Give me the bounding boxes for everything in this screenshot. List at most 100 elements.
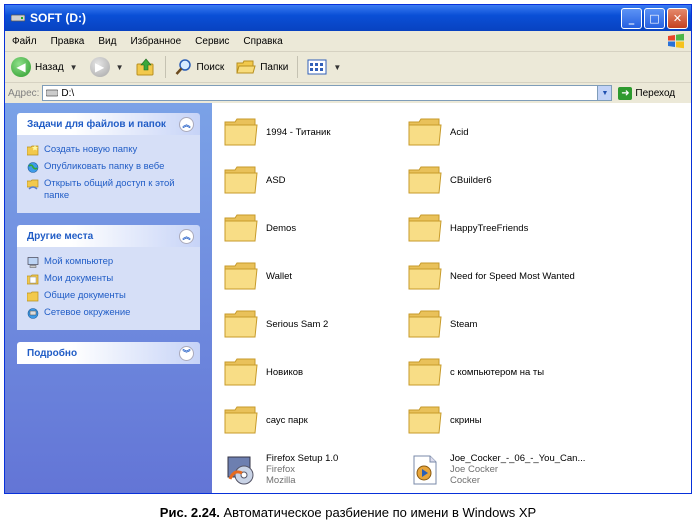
item-info: Firefox: [266, 464, 296, 475]
up-button[interactable]: [130, 54, 162, 80]
file-tasks-title: Задачи для файлов и папок: [27, 118, 166, 130]
details-panel: Подробно ︾: [17, 342, 200, 364]
item-name: Serious Sam 2: [266, 318, 329, 330]
address-bar: Адрес: D:\ ▼ ➜ Переход: [5, 83, 691, 104]
close-button[interactable]: ✕: [667, 8, 688, 29]
folder-item[interactable]: саус парк: [224, 405, 308, 435]
collapse-chevron-icon[interactable]: ︽: [179, 116, 194, 132]
folder-item[interactable]: HappyTreeFriends: [408, 213, 528, 243]
forward-dropdown-icon[interactable]: ▼: [116, 63, 124, 72]
windows-logo-icon: [668, 33, 684, 49]
folder-icon: [224, 166, 258, 194]
search-button[interactable]: Поиск: [169, 54, 231, 80]
caption-text: Автоматическое разбиение по имени в Wind…: [219, 505, 537, 520]
item-name: с компьютером на ты: [450, 366, 545, 378]
other-places-header[interactable]: Другие места ︽: [17, 225, 200, 247]
folder-item[interactable]: Serious Sam 2: [224, 309, 328, 339]
file-list: 1994 - Титаник Acid ASD CBuilder6 Demos Happy…: [212, 103, 691, 493]
search-label: Поиск: [196, 61, 225, 73]
go-label: Переход: [635, 87, 676, 99]
back-dropdown-icon[interactable]: ▼: [70, 63, 78, 72]
menu-edit[interactable]: Правка: [44, 36, 92, 47]
folder-item[interactable]: 1994 - Титаник: [224, 117, 331, 147]
menu-file[interactable]: Файл: [5, 36, 44, 47]
toolbar-separator: [164, 56, 166, 78]
folder-icon: [224, 214, 258, 242]
folder-item[interactable]: Новиков: [224, 357, 303, 387]
drive-icon: [46, 89, 59, 97]
task-share-folder[interactable]: Открыть общий доступ к этой папке: [27, 178, 192, 202]
file-tasks-header[interactable]: Задачи для файлов и папок ︽: [17, 113, 200, 135]
menu-favorites[interactable]: Избранное: [123, 36, 188, 47]
shared-documents-icon: [27, 291, 39, 302]
item-info: Mozilla: [266, 475, 296, 486]
address-dropdown-icon[interactable]: ▼: [597, 86, 612, 100]
new-folder-icon: [27, 145, 39, 156]
folder-icon: [224, 310, 258, 338]
item-name: саус парк: [266, 414, 308, 426]
minimize-button[interactable]: _: [621, 8, 642, 29]
place-my-computer[interactable]: Мой компьютер: [27, 256, 192, 268]
back-arrow-icon: ◀: [11, 57, 31, 77]
menu-view[interactable]: Вид: [91, 36, 123, 47]
title-bar[interactable]: SOFT (D:) _ □ ✕: [5, 5, 691, 31]
go-button[interactable]: ➜ Переход: [618, 86, 676, 100]
folder-icon: [408, 262, 442, 290]
folder-icon: [408, 358, 442, 386]
back-label: Назад: [35, 61, 64, 73]
folder-icon: [408, 310, 442, 338]
task-publish-web[interactable]: Опубликовать папку в вебе: [27, 161, 192, 173]
forward-button[interactable]: ▶ ▼: [84, 54, 130, 80]
address-input[interactable]: D:\ ▼: [42, 85, 613, 101]
place-my-documents[interactable]: Мои документы: [27, 273, 192, 285]
audio-file-icon: [413, 455, 437, 484]
collapse-chevron-icon[interactable]: ︽: [179, 228, 194, 244]
item-name: Firefox Setup 1.0: [266, 453, 339, 464]
explorer-window: SOFT (D:) _ □ ✕ Файл Правка Вид Избранно…: [4, 4, 692, 494]
share-folder-icon: [27, 179, 39, 190]
my-documents-icon: [27, 274, 39, 285]
file-item[interactable]: Joe_Cocker_-_06_-_You_Can... Joe Cocker Co…: [408, 453, 585, 486]
task-new-folder[interactable]: Создать новую папку: [27, 144, 192, 156]
folder-item[interactable]: с компьютером на ты: [408, 357, 544, 387]
views-button[interactable]: ▼: [301, 54, 347, 80]
place-network[interactable]: Сетевое окружение: [27, 307, 192, 319]
views-dropdown-icon[interactable]: ▼: [333, 63, 341, 72]
folder-icon: [224, 358, 258, 386]
maximize-button[interactable]: □: [644, 8, 665, 29]
folder-item[interactable]: CBuilder6: [408, 165, 492, 195]
folder-icon: [408, 166, 442, 194]
item-info: Cocker: [450, 475, 481, 486]
item-name: HappyTreeFriends: [450, 222, 529, 234]
folders-button[interactable]: Папки: [230, 54, 294, 80]
folder-up-icon: [136, 58, 153, 76]
folder-item[interactable]: Need for Speed Most Wanted: [408, 261, 575, 291]
folder-item[interactable]: Wallet: [224, 261, 292, 291]
file-item[interactable]: Firefox Setup 1.0 Firefox Mozilla: [224, 453, 338, 486]
place-shared-documents[interactable]: Общие документы: [27, 290, 192, 302]
item-name: Need for Speed Most Wanted: [450, 270, 575, 282]
item-name: Steam: [450, 318, 478, 330]
expand-chevron-icon[interactable]: ︾: [179, 345, 194, 361]
item-name: Wallet: [266, 270, 293, 282]
folder-item[interactable]: Demos: [224, 213, 296, 243]
details-header[interactable]: Подробно ︾: [17, 342, 200, 364]
folder-item[interactable]: скрины: [408, 405, 482, 435]
other-places-title: Другие места: [27, 230, 94, 242]
back-button[interactable]: ◀ Назад ▼: [5, 54, 84, 80]
menu-help[interactable]: Справка: [236, 36, 289, 47]
folder-icon: [224, 118, 258, 146]
menu-tools[interactable]: Сервис: [188, 36, 236, 47]
publish-web-icon: [27, 162, 39, 173]
folder-item[interactable]: Steam: [408, 309, 477, 339]
address-label: Адрес:: [8, 87, 40, 99]
toolbar-separator: [297, 56, 299, 78]
my-computer-icon: [27, 257, 39, 268]
file-tasks-panel: Задачи для файлов и папок ︽ Создать нову…: [17, 113, 200, 213]
address-value: D:\: [61, 87, 75, 99]
network-places-icon: [27, 308, 39, 319]
folders-icon: [236, 60, 256, 74]
folder-item[interactable]: ASD: [224, 165, 286, 195]
folder-item[interactable]: Acid: [408, 117, 468, 147]
item-name: 1994 - Титаник: [266, 126, 331, 138]
